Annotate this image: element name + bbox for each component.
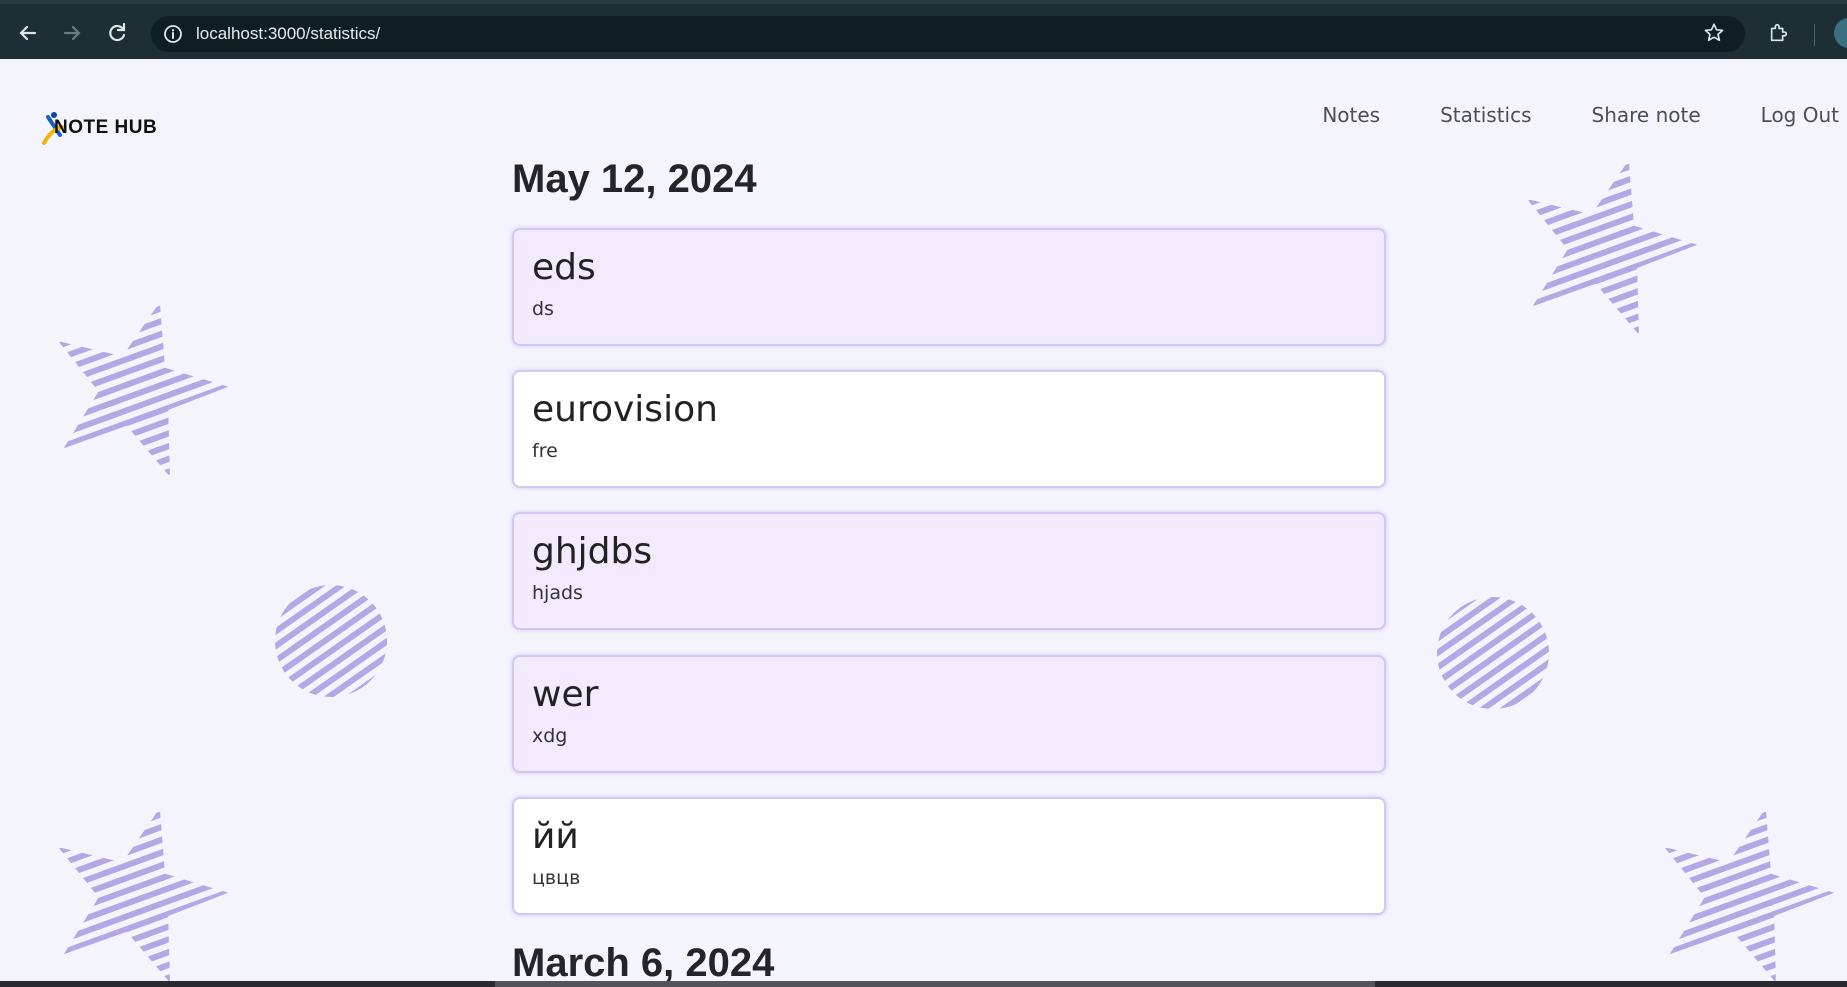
date-heading: May 12, 2024 xyxy=(512,157,757,201)
note-body: ds xyxy=(532,298,554,320)
back-arrow-icon[interactable] xyxy=(15,20,41,46)
main-navigation: Notes Statistics Share note Log Out xyxy=(1322,103,1839,127)
forward-arrow-icon[interactable] xyxy=(59,20,85,46)
note-title: ghjdbs xyxy=(532,531,653,572)
scrollbar-thumb[interactable] xyxy=(495,981,1375,987)
circle-decoration-right xyxy=(1437,597,1549,709)
reload-icon[interactable] xyxy=(104,20,130,46)
note-body: xdg xyxy=(532,725,568,747)
logo-text: NOTE HUB xyxy=(54,117,158,138)
note-card[interactable]: wer xdg xyxy=(512,655,1386,773)
star-decoration-top-right xyxy=(1527,160,1698,335)
nav-share-note[interactable]: Share note xyxy=(1592,103,1701,127)
bookmark-star-icon[interactable] xyxy=(1703,22,1725,44)
circle-decoration-left xyxy=(275,585,387,697)
star-decoration-left-upper xyxy=(58,302,229,477)
browser-toolbar: localhost:3000/statistics/ xyxy=(0,0,1847,59)
nav-log-out[interactable]: Log Out xyxy=(1761,103,1839,127)
star-decoration-left-lower xyxy=(58,808,229,981)
nav-statistics[interactable]: Statistics xyxy=(1440,103,1531,127)
address-bar[interactable]: localhost:3000/statistics/ xyxy=(151,16,1745,52)
note-body: hjads xyxy=(532,582,583,604)
note-card[interactable]: йй цвцв xyxy=(512,797,1386,915)
page-content: NOTE HUB Notes Statistics Share note Log… xyxy=(0,59,1847,981)
date-heading: March 6, 2024 xyxy=(512,941,775,981)
profile-avatar[interactable] xyxy=(1834,18,1847,48)
note-title: eurovision xyxy=(532,389,718,430)
toolbar-divider xyxy=(1814,24,1815,46)
note-card[interactable]: eurovision fre xyxy=(512,370,1386,488)
star-decoration-right-lower xyxy=(1664,808,1835,981)
site-info-icon[interactable] xyxy=(163,24,183,44)
horizontal-scrollbar[interactable] xyxy=(0,981,1847,987)
note-title: wer xyxy=(532,674,599,715)
note-title: йй xyxy=(532,816,579,857)
nav-notes[interactable]: Notes xyxy=(1322,103,1380,127)
note-title: eds xyxy=(532,247,596,288)
note-card[interactable]: ghjdbs hjads xyxy=(512,512,1386,630)
url-text[interactable]: localhost:3000/statistics/ xyxy=(196,24,380,44)
note-card[interactable]: eds ds xyxy=(512,228,1386,346)
note-body: fre xyxy=(532,440,558,462)
extensions-puzzle-icon[interactable] xyxy=(1768,22,1790,44)
note-body: цвцв xyxy=(532,867,581,889)
